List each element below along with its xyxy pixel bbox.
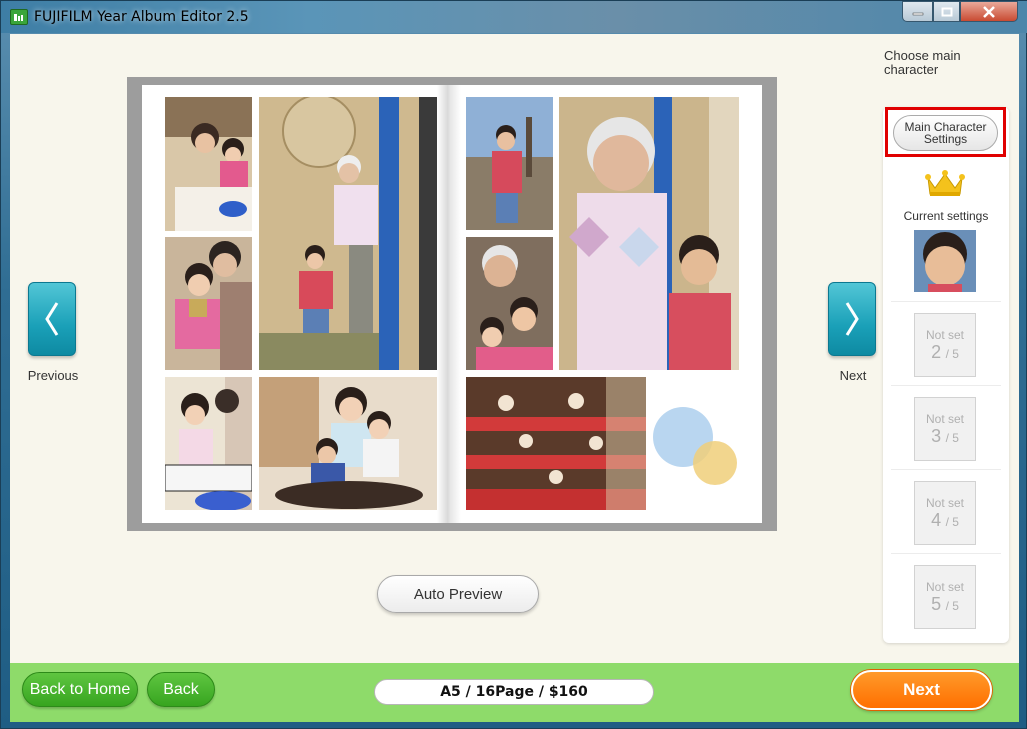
photo-image — [466, 237, 553, 370]
photo-image — [466, 97, 553, 230]
slot-total: / 5 — [945, 431, 959, 445]
photo-grandfather-boy[interactable] — [259, 97, 437, 370]
current-settings-label: Current settings — [903, 209, 989, 223]
close-icon — [983, 5, 995, 18]
character-slot-3[interactable]: Not set 3 / 5 — [914, 397, 976, 461]
maximize-button[interactable] — [933, 1, 960, 22]
maximize-icon — [941, 7, 952, 16]
app-window: FUJIFILM Year Album Editor 2.5 Previous … — [0, 0, 1027, 729]
chevron-right-icon — [845, 302, 859, 336]
photo-grandfather-girl[interactable] — [165, 237, 252, 370]
page-gutter — [437, 85, 461, 523]
minimize-button[interactable] — [902, 1, 933, 22]
album-spread — [127, 77, 777, 531]
slot-number: 4 — [931, 510, 942, 530]
photo-image — [165, 237, 252, 370]
slot-label: Not set — [925, 412, 964, 426]
photo-family-table[interactable] — [259, 377, 437, 510]
title-bar: FUJIFILM Year Album Editor 2.5 — [1, 1, 1027, 33]
avatar — [914, 230, 976, 292]
crown-icon — [925, 170, 965, 196]
album-summary: A5 / 16Page / $160 — [374, 679, 654, 705]
photo-mother-daughter[interactable] — [165, 97, 252, 231]
slot-total: / 5 — [945, 515, 959, 529]
photo-grandfather-kids[interactable] — [466, 237, 553, 370]
divider — [891, 385, 1001, 386]
photo-boy-waving[interactable] — [466, 97, 553, 230]
photo-image — [559, 97, 739, 370]
footer-bar: Back to Home Back A5 / 16Page / $160 Nex… — [10, 663, 1019, 722]
character-slot-2[interactable]: Not set 2 / 5 — [914, 313, 976, 377]
bubbles-decoration — [653, 407, 737, 485]
decoration-bubbles — [647, 397, 747, 497]
main-character-highlight: Main Character Settings — [885, 107, 1006, 157]
next-page-button[interactable] — [828, 282, 876, 356]
slot-label: Not set — [925, 580, 964, 594]
close-button[interactable] — [960, 1, 1018, 22]
divider — [891, 469, 1001, 470]
editor-area: Previous Next Auto Preview Choose main c… — [10, 34, 1019, 722]
previous-label: Previous — [27, 368, 79, 383]
slot-number: 3 — [931, 426, 942, 446]
photo-image — [466, 377, 646, 510]
photo-image — [259, 97, 437, 370]
slot-number: 2 — [931, 342, 942, 362]
photo-hina-dolls[interactable] — [466, 377, 646, 510]
main-character-photo[interactable] — [914, 230, 976, 292]
auto-preview-button[interactable]: Auto Preview — [377, 575, 539, 613]
previous-page-button[interactable] — [28, 282, 76, 356]
divider — [891, 553, 1001, 554]
divider — [891, 301, 1001, 302]
slot-number: 5 — [931, 594, 942, 614]
app-icon — [10, 9, 28, 25]
back-button[interactable]: Back — [147, 672, 215, 707]
character-slot-4[interactable]: Not set 4 / 5 — [914, 481, 976, 545]
slot-total: / 5 — [945, 347, 959, 361]
window-title: FUJIFILM Year Album Editor 2.5 — [34, 9, 249, 25]
slot-label: Not set — [925, 328, 964, 342]
photo-image — [165, 97, 252, 231]
photo-image — [165, 377, 252, 510]
minimize-icon — [912, 12, 923, 15]
next-button[interactable]: Next — [851, 670, 992, 710]
slot-label: Not set — [925, 496, 964, 510]
album-pages — [142, 85, 762, 523]
choose-character-label: Choose main character — [884, 48, 961, 77]
character-slot-5[interactable]: Not set 5 / 5 — [914, 565, 976, 629]
back-to-home-button[interactable]: Back to Home — [22, 672, 138, 707]
slot-total: / 5 — [945, 599, 959, 613]
window-controls — [902, 1, 1022, 22]
main-character-settings-button[interactable]: Main Character Settings — [893, 115, 998, 151]
chevron-left-icon — [45, 302, 59, 336]
photo-piano-girl[interactable] — [165, 377, 252, 510]
character-panel: Main Character Settings Current settings… — [883, 107, 1009, 643]
photo-image — [259, 377, 437, 510]
next-page-label: Next — [839, 368, 867, 383]
photo-grandfather-grandson[interactable] — [559, 97, 739, 370]
